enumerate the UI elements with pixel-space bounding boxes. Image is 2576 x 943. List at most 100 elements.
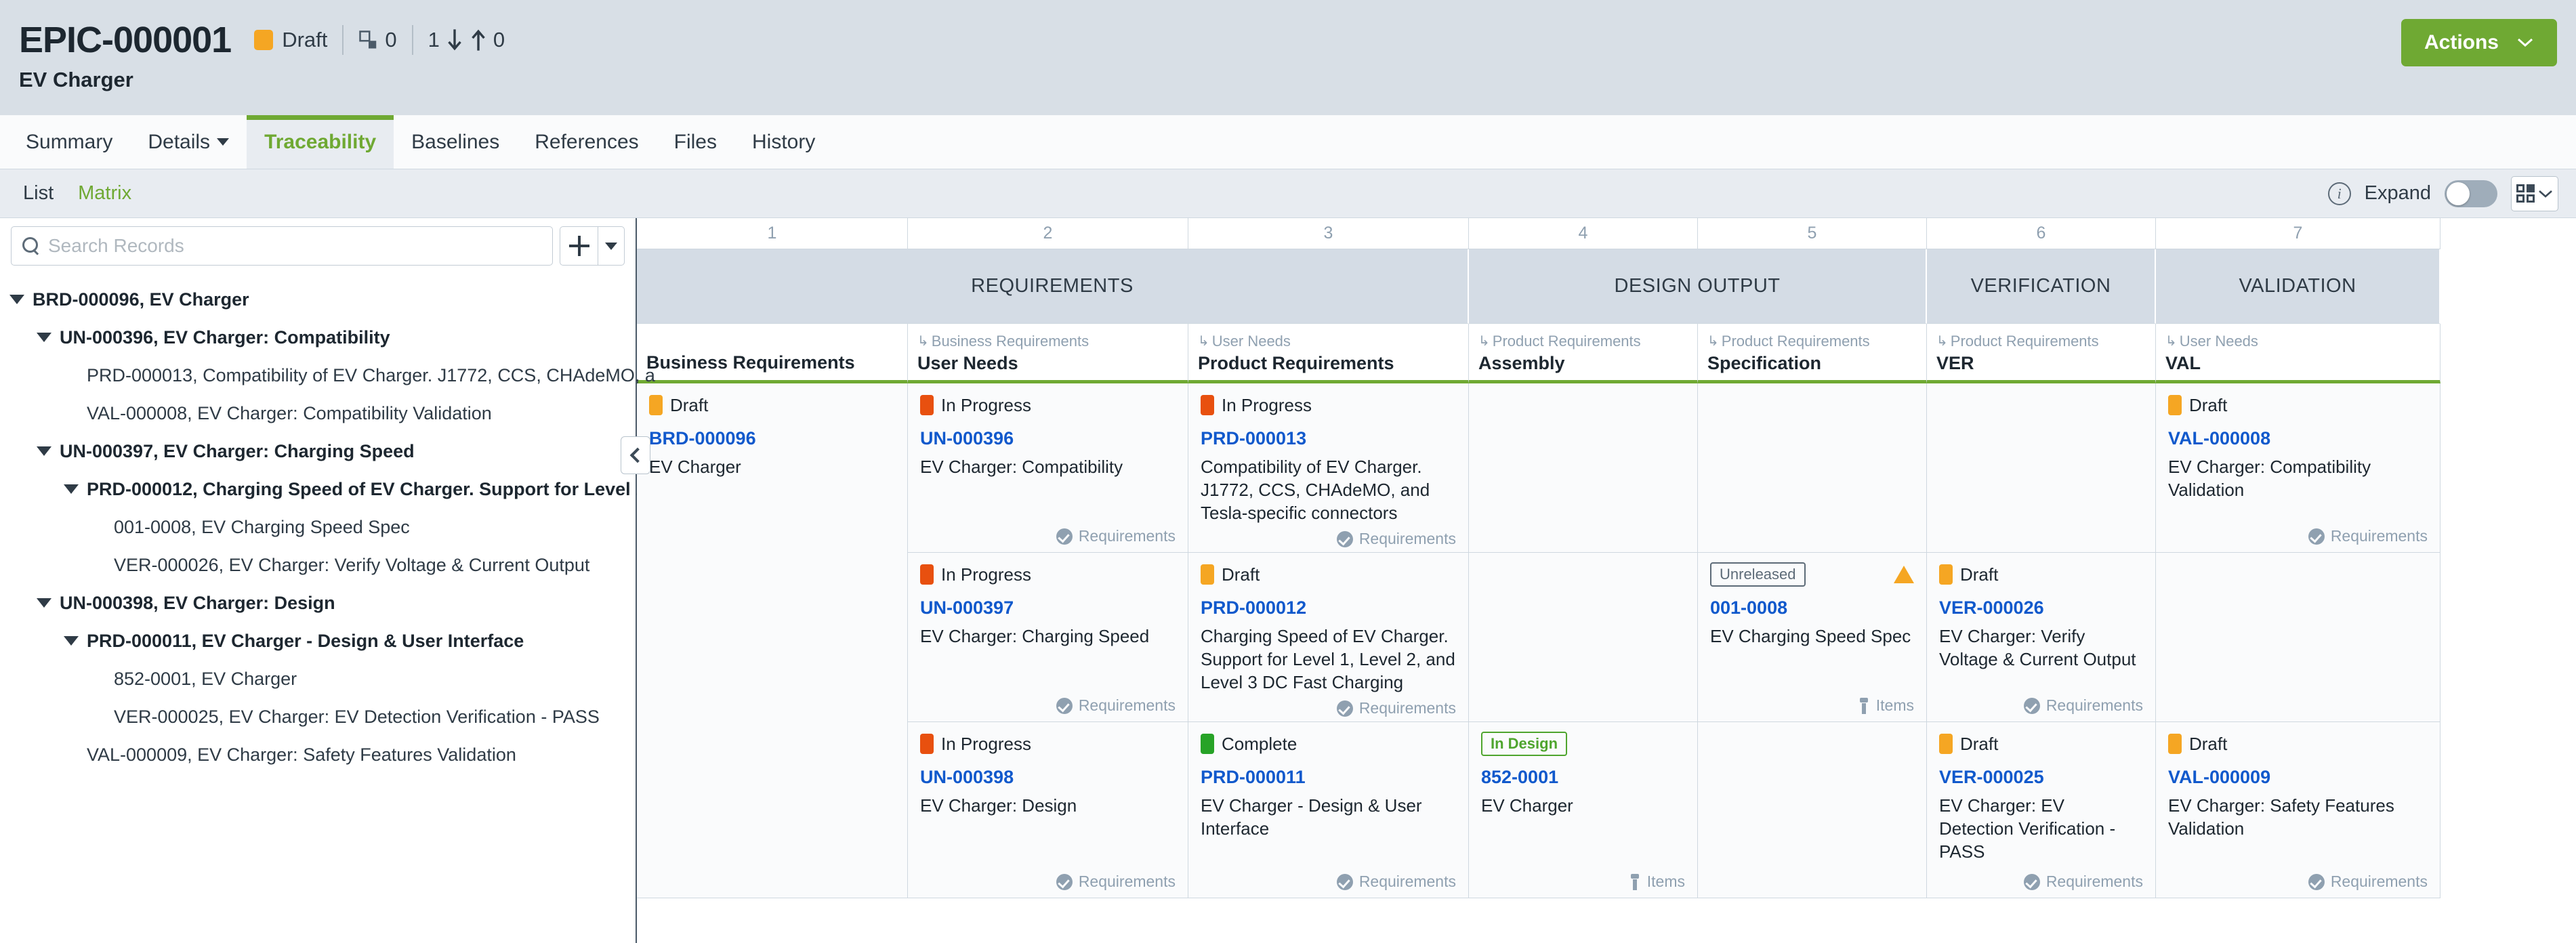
- matrix-column: In Progress UN-000396 EV Charger: Compatib…: [908, 383, 1188, 898]
- tree-item[interactable]: PRD-000012, Charging Speed of EV Charger…: [0, 470, 651, 508]
- matrix-cell[interactable]: In Design 852-0001 EV Charger Items: [1469, 722, 1697, 898]
- column-header[interactable]: Business Requirements: [637, 324, 908, 383]
- tree-item[interactable]: BRD-000096, EV Charger: [0, 280, 636, 318]
- tab-history[interactable]: History: [734, 115, 833, 169]
- cell-status: Complete: [1201, 732, 1456, 756]
- traceability-matrix: 1234567 REQUIREMENTS DESIGN OUTPUT VERIFIC…: [637, 218, 2576, 943]
- status-badge: Unreleased: [1710, 562, 1806, 587]
- cell-footer-label: Items: [1646, 873, 1685, 890]
- records-tree: BRD-000096, EV Charger UN-000396, EV Char…: [0, 280, 655, 774]
- cell-status: In Progress: [1201, 393, 1456, 417]
- main-body: BRD-000096, EV Charger UN-000396, EV Char…: [0, 218, 2576, 943]
- add-record-button[interactable]: [560, 226, 598, 266]
- column-number: 2: [908, 218, 1188, 249]
- item-icon: [1629, 873, 1641, 890]
- matrix-cell[interactable]: Draft VER-000025 EV Charger: EV Detection …: [1927, 722, 2155, 898]
- status-label: Draft: [2189, 394, 2228, 415]
- column-header[interactable]: ↳ Product Requirements VER: [1927, 324, 2156, 383]
- column-parent-label: User Needs: [1211, 333, 1291, 350]
- tree-item[interactable]: 852-0001, EV Charger: [0, 660, 636, 698]
- add-record-dropdown[interactable]: [598, 226, 625, 266]
- check-icon: [2308, 528, 2325, 545]
- matrix-cell[interactable]: Draft PRD-000012 Charging Speed of EV Char…: [1188, 553, 1468, 722]
- tree-item[interactable]: UN-000397, EV Charger: Charging Speed: [0, 432, 636, 470]
- record-link[interactable]: VER-000025: [1939, 767, 2143, 788]
- column-header[interactable]: ↳ Product Requirements Specification: [1698, 324, 1927, 383]
- tree-item[interactable]: VAL-000009, EV Charger: Safety Features …: [0, 736, 636, 774]
- tab-summary[interactable]: Summary: [8, 115, 130, 169]
- tab-traceability[interactable]: Traceability: [247, 115, 394, 169]
- subtab-list[interactable]: List: [11, 182, 66, 205]
- cell-footer: Requirements: [2168, 867, 2428, 891]
- column-header[interactable]: ↳ User Needs Product Requirements: [1188, 324, 1469, 383]
- cell-status: Draft: [2168, 393, 2428, 417]
- cell-footer-label: Requirements: [1078, 696, 1176, 714]
- matrix-cell[interactable]: In Progress UN-000398 EV Charger: Design Re…: [908, 722, 1188, 898]
- matrix-cell[interactable]: In Progress UN-000397 EV Charger: Charging…: [908, 553, 1188, 722]
- matrix-cell[interactable]: Complete PRD-000011 EV Charger - Design & …: [1188, 722, 1468, 898]
- record-link[interactable]: PRD-000012: [1201, 598, 1456, 619]
- status-label: In Progress: [941, 733, 1031, 754]
- record-description: EV Charger: EV Detection Verification - …: [1939, 795, 2116, 862]
- record-link[interactable]: VAL-000009: [2168, 767, 2428, 788]
- record-link[interactable]: BRD-000096: [649, 428, 895, 449]
- tree-item[interactable]: UN-000396, EV Charger: Compatibility: [0, 318, 636, 356]
- record-link[interactable]: VER-000026: [1939, 598, 2143, 619]
- status-swatch-icon: [254, 30, 274, 50]
- warning-triangle-icon[interactable]: [1894, 566, 1914, 583]
- record-link[interactable]: PRD-000013: [1201, 428, 1456, 449]
- expand-toggle[interactable]: [2445, 180, 2497, 207]
- record-link[interactable]: 001-0008: [1710, 598, 1914, 619]
- record-link[interactable]: 852-0001: [1481, 767, 1685, 788]
- layout-options-button[interactable]: [2511, 175, 2558, 211]
- matrix-cell[interactable]: In Progress UN-000396 EV Charger: Compatib…: [908, 383, 1188, 553]
- caret-down-icon[interactable]: [9, 295, 24, 304]
- matrix-cell[interactable]: Draft VER-000026 EV Charger: Verify Voltag…: [1927, 553, 2155, 722]
- search-box[interactable]: [11, 226, 553, 266]
- caret-down-icon[interactable]: [37, 333, 51, 342]
- subtree-arrow-icon: ↳: [2165, 334, 2177, 350]
- status-swatch-icon: [2168, 734, 2182, 754]
- matrix-cell[interactable]: Draft BRD-000096 EV Charger: [637, 383, 907, 898]
- matrix-cell[interactable]: Draft VAL-000008 EV Charger: Compatibility…: [2156, 383, 2440, 553]
- record-link[interactable]: PRD-000011: [1201, 767, 1456, 788]
- status-label: Draft: [670, 394, 709, 415]
- matrix-cell[interactable]: Unreleased 001-0008 EV Charging Speed Spec…: [1698, 553, 1926, 722]
- record-link[interactable]: UN-000398: [920, 767, 1176, 788]
- tree-item[interactable]: PRD-000013, Compatibility of EV Charger.…: [0, 356, 655, 394]
- tree-item[interactable]: VER-000026, EV Charger: Verify Voltage &…: [0, 546, 636, 584]
- record-link[interactable]: UN-000397: [920, 598, 1176, 619]
- column-header[interactable]: ↳ Product Requirements Assembly: [1469, 324, 1698, 383]
- column-number: 6: [1927, 218, 2156, 249]
- collapse-panel-button[interactable]: [621, 436, 650, 474]
- linked-items-metric: 0: [358, 28, 397, 52]
- tree-item[interactable]: VER-000025, EV Charger: EV Detection Ver…: [0, 698, 636, 736]
- actions-button[interactable]: Actions: [2401, 19, 2557, 66]
- search-input[interactable]: [48, 235, 541, 257]
- caret-down-icon[interactable]: [37, 446, 51, 456]
- cell-status: Draft: [1939, 732, 2143, 756]
- column-header[interactable]: ↳ User Needs VAL: [2156, 324, 2440, 383]
- column-header[interactable]: ↳ Business Requirements User Needs: [908, 324, 1188, 383]
- tab-details[interactable]: Details: [130, 115, 247, 169]
- tree-item[interactable]: UN-000398, EV Charger: Design: [0, 584, 636, 622]
- record-link[interactable]: VAL-000008: [2168, 428, 2428, 449]
- caret-down-icon[interactable]: [37, 598, 51, 608]
- caret-down-icon[interactable]: [64, 636, 79, 646]
- tab-files[interactable]: Files: [657, 115, 734, 169]
- caret-down-icon[interactable]: [64, 484, 79, 494]
- matrix-cell[interactable]: Draft VAL-000009 EV Charger: Safety Featur…: [2156, 722, 2440, 898]
- tree-item[interactable]: 001-0008, EV Charging Speed Spec: [0, 508, 636, 546]
- tree-item[interactable]: PRD-000011, EV Charger - Design & User I…: [0, 622, 636, 660]
- chevron-down-icon: [605, 242, 617, 250]
- info-icon[interactable]: i: [2327, 182, 2351, 205]
- subtab-matrix[interactable]: Matrix: [66, 182, 144, 205]
- tab-references[interactable]: References: [517, 115, 656, 169]
- tree-item-label: UN-000398, EV Charger: Design: [60, 592, 335, 613]
- column-header-label: VAL: [2165, 353, 2201, 374]
- tab-baselines[interactable]: Baselines: [394, 115, 517, 169]
- record-link[interactable]: UN-000396: [920, 428, 1176, 449]
- link-count: 0: [385, 28, 397, 51]
- matrix-cell[interactable]: In Progress PRD-000013 Compatibility of EV…: [1188, 383, 1468, 553]
- tree-item[interactable]: VAL-000008, EV Charger: Compatibility Va…: [0, 394, 636, 432]
